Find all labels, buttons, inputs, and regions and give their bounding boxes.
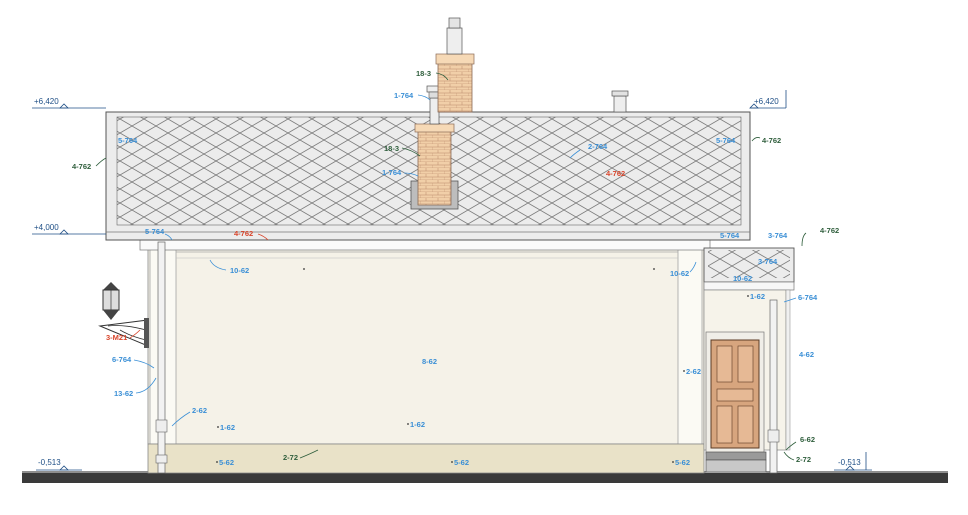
callout-porch-soffit: 10-62 — [733, 274, 752, 283]
callout-porch-wall: 4-62 — [799, 350, 814, 359]
callout-porch-roof-mid: 3-764 — [758, 257, 778, 266]
callout-cornice-right: 10-62 — [670, 269, 689, 278]
level-marker-ground-right: -0,513 — [834, 452, 872, 471]
facade-elevation-drawing: +6,420 +6,420 +4,000 -0,513 -0,513 18-3 … — [22, 17, 948, 483]
ground-slab — [22, 473, 948, 483]
callout-roof-red: 4-762 — [606, 169, 625, 178]
level-eave-left: +4,000 — [34, 223, 59, 232]
callout-chimney-base: 1-764 — [382, 168, 402, 177]
callout-porch-roof-side: 4-762 — [820, 226, 839, 235]
chimney-back — [435, 17, 475, 113]
callout-roof-gable-right: 4-762 — [762, 136, 781, 145]
level-ridge-right: +6,420 — [754, 97, 779, 106]
callout-chimney-cap: 1-764 — [394, 91, 414, 100]
level-marker-eave-left: +4,000 — [32, 223, 106, 235]
callout-base-center: 1-62 — [410, 420, 425, 429]
callout-porch-roof-top: 3-764 — [768, 231, 788, 240]
level-ridge-left: +6,420 — [34, 97, 59, 106]
callout-eave-left: 5-764 — [145, 227, 165, 236]
callout-porch-post-cap: 6-764 — [798, 293, 818, 302]
callout-chimney-mid: 18-3 — [384, 144, 399, 153]
level-ground-right: -0,513 — [838, 458, 861, 467]
callout-chimney-top: 18-3 — [416, 69, 431, 78]
callout-roof-center: 2-764 — [588, 142, 608, 151]
callout-roof-gable-left: 4-762 — [72, 162, 91, 171]
callout-plinth-left: 5-62 — [219, 458, 234, 467]
callout-porch-trim: 1-62 — [750, 292, 765, 301]
callout-plinth-left-top: 2-62 — [192, 406, 207, 415]
callout-plinth-center: 5-62 — [454, 458, 469, 467]
callout-downpipe: 6-764 — [112, 355, 132, 364]
callout-roof-right-edge: 5-764 — [716, 136, 736, 145]
callout-plinth-strip: 2-72 — [283, 453, 298, 462]
callout-roof-left-edge: 5-764 — [118, 136, 138, 145]
callout-wall-main: 8-62 — [422, 357, 437, 366]
level-marker-ground-left: -0,513 — [36, 458, 82, 471]
level-marker-ridge-left: +6,420 — [32, 97, 106, 109]
callout-cornice-left: 10-62 — [230, 266, 249, 275]
callout-pilaster: 13-62 — [114, 389, 133, 398]
callout-porch-eave: 5-764 — [720, 231, 740, 240]
level-marker-ridge-right: +6,420 — [749, 90, 787, 109]
callout-base-left: 1-62 — [220, 423, 235, 432]
level-ground-left: -0,513 — [38, 458, 61, 467]
callout-eave-red: 4-762 — [234, 229, 253, 238]
cornice — [139, 239, 711, 251]
callout-porch-step: 2-72 — [796, 455, 811, 464]
downpipe — [157, 241, 166, 474]
roof-vent — [611, 90, 629, 113]
callout-porch-base: 6-62 — [800, 435, 815, 444]
callout-wall-right: 2-62 — [686, 367, 701, 376]
callout-lantern: 3-M21 — [106, 333, 127, 342]
callout-plinth-right: 5-62 — [675, 458, 690, 467]
